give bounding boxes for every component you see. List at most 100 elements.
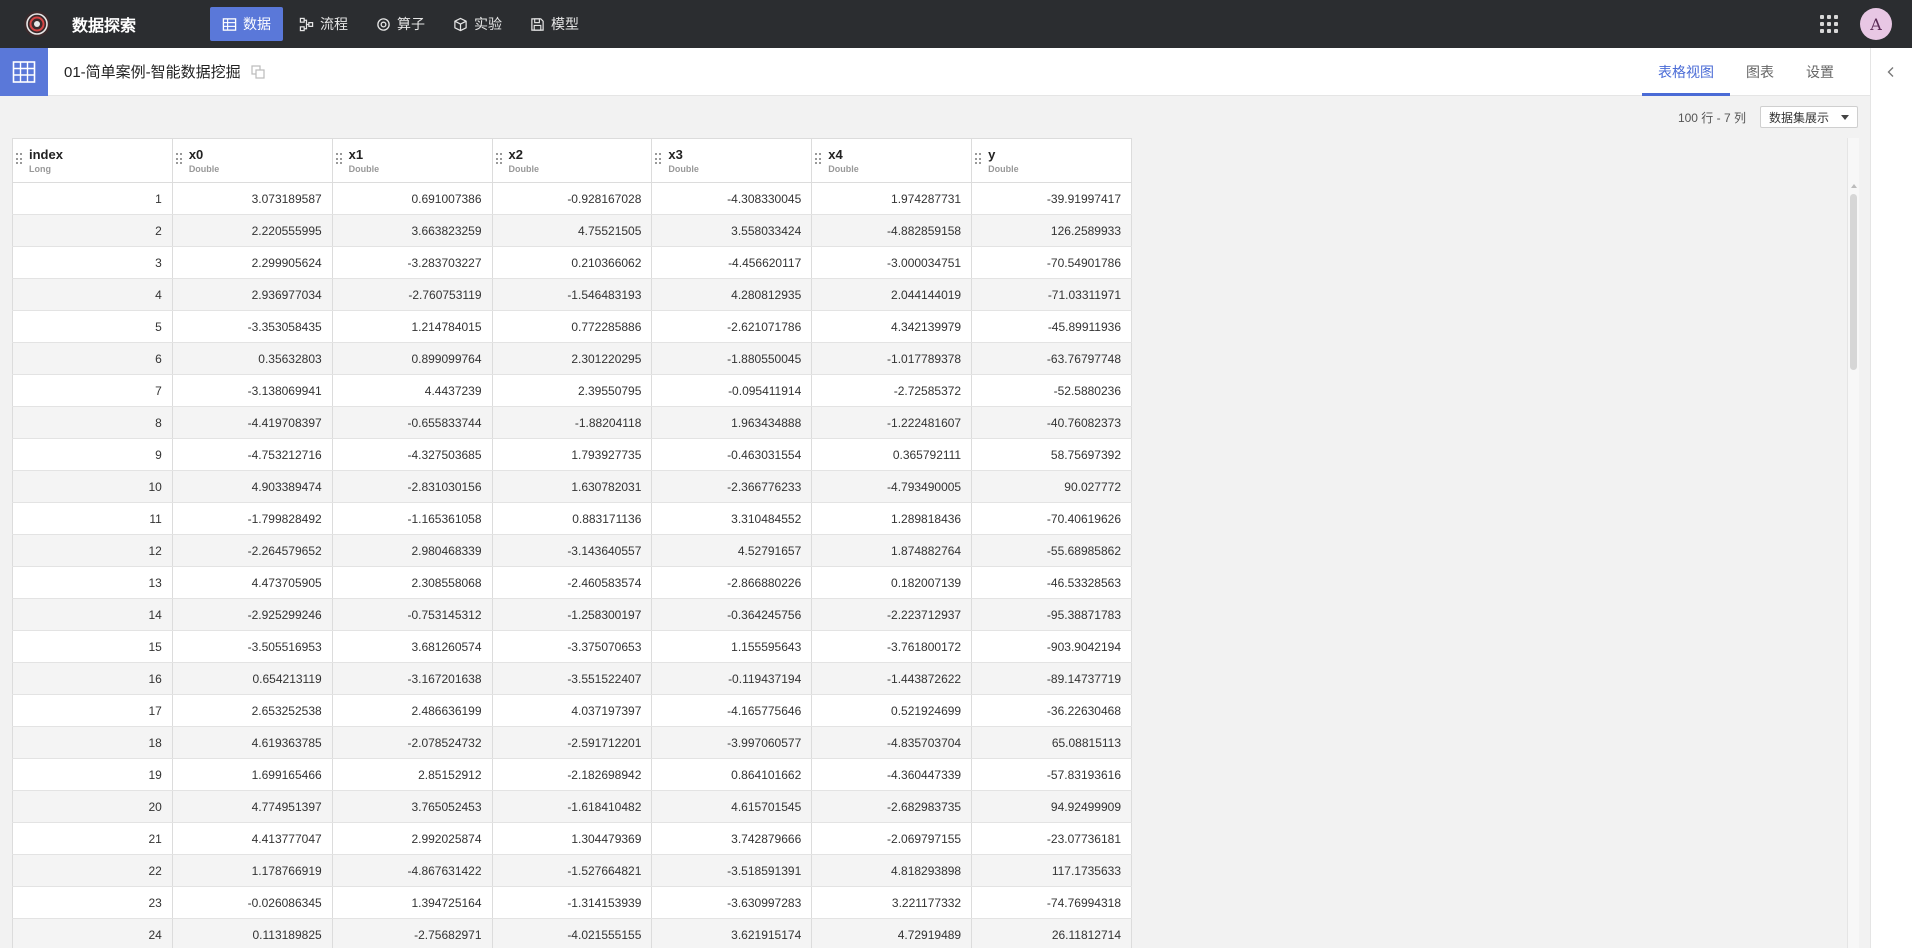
column-header-x2[interactable]: x2 Double bbox=[492, 138, 653, 183]
drag-handle-icon[interactable] bbox=[335, 153, 342, 165]
table-cell[interactable]: -1.618410482 bbox=[492, 790, 653, 823]
table-row[interactable]: 5 -3.353058435 1.214784015 0.772285886 -2.62… bbox=[12, 310, 1132, 343]
table-cell[interactable]: -2.831030156 bbox=[332, 470, 493, 503]
table-cell[interactable]: -1.88204118 bbox=[492, 406, 653, 439]
table-cell[interactable]: 12 bbox=[12, 534, 173, 567]
table-cell[interactable]: -57.83193616 bbox=[971, 758, 1132, 791]
table-cell[interactable]: -3.138069941 bbox=[172, 374, 333, 407]
table-row[interactable]: 10 4.903389474 -2.831030156 1.630782031 -2.3… bbox=[12, 470, 1132, 503]
table-cell[interactable]: 1.874882764 bbox=[811, 534, 973, 567]
table-cell[interactable]: -3.551522407 bbox=[492, 662, 653, 695]
scroll-up-arrow-icon[interactable] bbox=[1851, 184, 1857, 188]
table-cell[interactable]: -1.527664821 bbox=[492, 854, 653, 887]
table-row[interactable]: 13 4.473705905 2.308558068 -2.460583574 -2.8… bbox=[12, 566, 1132, 599]
table-cell[interactable]: 9 bbox=[12, 438, 173, 471]
table-cell[interactable]: 0.899099764 bbox=[332, 342, 493, 375]
table-cell[interactable]: 94.92499909 bbox=[971, 790, 1132, 823]
table-cell[interactable]: 1.304479369 bbox=[492, 822, 653, 855]
table-cell[interactable]: -1.880550045 bbox=[651, 342, 813, 375]
table-cell[interactable]: -2.72585372 bbox=[811, 374, 973, 407]
column-header-x0[interactable]: x0 Double bbox=[172, 138, 333, 183]
table-cell[interactable]: 90.027772 bbox=[971, 470, 1132, 503]
nav-data[interactable]: 数据 bbox=[210, 7, 283, 41]
nav-model[interactable]: 模型 bbox=[518, 7, 591, 41]
table-row[interactable]: 14 -2.925299246 -0.753145312 -1.258300197 -0… bbox=[12, 598, 1132, 631]
display-mode-select[interactable]: 数据集展示 bbox=[1759, 106, 1858, 128]
table-cell[interactable]: -3.283703227 bbox=[332, 246, 493, 279]
app-logo[interactable] bbox=[22, 9, 52, 39]
table-cell[interactable]: 4 bbox=[12, 278, 173, 311]
drag-handle-icon[interactable] bbox=[975, 153, 982, 165]
table-cell[interactable]: -70.40619626 bbox=[971, 502, 1132, 535]
table-cell[interactable]: -2.366776233 bbox=[651, 470, 813, 503]
table-cell[interactable]: 0.864101662 bbox=[651, 758, 813, 791]
table-cell[interactable]: 117.1735633 bbox=[971, 854, 1132, 887]
table-cell[interactable]: 0.772285886 bbox=[492, 310, 653, 343]
drag-handle-icon[interactable] bbox=[655, 153, 662, 165]
table-cell[interactable]: -2.925299246 bbox=[172, 598, 333, 631]
table-row[interactable]: 21 4.413777047 2.992025874 1.304479369 3.742… bbox=[12, 822, 1132, 855]
table-cell[interactable]: 6 bbox=[12, 342, 173, 375]
table-cell[interactable]: 2.220555995 bbox=[172, 214, 333, 247]
nav-experiment[interactable]: 实验 bbox=[441, 7, 514, 41]
table-cell[interactable]: -2.460583574 bbox=[492, 566, 653, 599]
table-cell[interactable]: 3.621915174 bbox=[651, 918, 813, 948]
table-cell[interactable]: 4.52791657 bbox=[651, 534, 813, 567]
table-cell[interactable]: 16 bbox=[12, 662, 173, 695]
table-cell[interactable]: 126.2589933 bbox=[971, 214, 1132, 247]
table-cell[interactable]: 4.72919489 bbox=[811, 918, 973, 948]
table-cell[interactable]: 19 bbox=[12, 758, 173, 791]
table-cell[interactable]: 21 bbox=[12, 822, 173, 855]
table-row[interactable]: 7 -3.138069941 4.4437239 2.39550795 -0.09541… bbox=[12, 374, 1132, 407]
table-cell[interactable]: 3.073189587 bbox=[172, 182, 333, 215]
table-cell[interactable]: -2.078524732 bbox=[332, 726, 493, 759]
table-cell[interactable]: 2.85152912 bbox=[332, 758, 493, 791]
table-row[interactable]: 9 -4.753212716 -4.327503685 1.793927735 -0.4… bbox=[12, 438, 1132, 471]
table-cell[interactable]: 0.654213119 bbox=[172, 662, 333, 695]
table-cell[interactable]: -2.069797155 bbox=[811, 822, 973, 855]
table-cell[interactable]: -3.518591391 bbox=[651, 854, 813, 887]
table-row[interactable]: 8 -4.419708397 -0.655833744 -1.88204118 1.96… bbox=[12, 406, 1132, 439]
table-cell[interactable]: -3.761800172 bbox=[811, 630, 973, 663]
table-cell[interactable]: 4.75521505 bbox=[492, 214, 653, 247]
table-cell[interactable]: 0.182007139 bbox=[811, 566, 973, 599]
table-cell[interactable]: 5 bbox=[12, 310, 173, 343]
table-cell[interactable]: 13 bbox=[12, 566, 173, 599]
table-row[interactable]: 18 4.619363785 -2.078524732 -2.591712201 -3.… bbox=[12, 726, 1132, 759]
table-cell[interactable]: 3 bbox=[12, 246, 173, 279]
table-cell[interactable]: 0.691007386 bbox=[332, 182, 493, 215]
column-header-y[interactable]: y Double bbox=[971, 138, 1132, 183]
table-cell[interactable]: 24 bbox=[12, 918, 173, 948]
table-cell[interactable]: -0.119437194 bbox=[651, 662, 813, 695]
table-cell[interactable]: 1.178766919 bbox=[172, 854, 333, 887]
table-cell[interactable]: -2.682983735 bbox=[811, 790, 973, 823]
table-cell[interactable]: 0.210366062 bbox=[492, 246, 653, 279]
table-cell[interactable]: 26.11812714 bbox=[971, 918, 1132, 948]
table-cell[interactable]: 4.615701545 bbox=[651, 790, 813, 823]
table-cell[interactable]: -2.264579652 bbox=[172, 534, 333, 567]
table-row[interactable]: 22 1.178766919 -4.867631422 -1.527664821 -3.… bbox=[12, 854, 1132, 887]
table-cell[interactable]: -0.026086345 bbox=[172, 886, 333, 919]
table-cell[interactable]: -74.76994318 bbox=[971, 886, 1132, 919]
table-row[interactable]: 4 2.936977034 -2.760753119 -1.546483193 4.28… bbox=[12, 278, 1132, 311]
table-cell[interactable]: 14 bbox=[12, 598, 173, 631]
table-cell[interactable]: -903.9042194 bbox=[971, 630, 1132, 663]
table-cell[interactable]: -4.835703704 bbox=[811, 726, 973, 759]
table-cell[interactable]: 15 bbox=[12, 630, 173, 663]
table-cell[interactable]: 17 bbox=[12, 694, 173, 727]
table-cell[interactable]: -40.76082373 bbox=[971, 406, 1132, 439]
table-cell[interactable]: -1.222481607 bbox=[811, 406, 973, 439]
table-cell[interactable]: 20 bbox=[12, 790, 173, 823]
table-cell[interactable]: -4.456620117 bbox=[651, 246, 813, 279]
table-cell[interactable]: 1.974287731 bbox=[811, 182, 973, 215]
table-cell[interactable]: -4.753212716 bbox=[172, 438, 333, 471]
table-row[interactable]: 19 1.699165466 2.85152912 -2.182698942 0.864… bbox=[12, 758, 1132, 791]
table-row[interactable]: 6 0.35632803 0.899099764 2.301220295 -1.8805… bbox=[12, 342, 1132, 375]
table-cell[interactable]: 2.39550795 bbox=[492, 374, 653, 407]
table-cell[interactable]: -0.655833744 bbox=[332, 406, 493, 439]
table-cell[interactable]: -2.760753119 bbox=[332, 278, 493, 311]
table-cell[interactable]: -4.867631422 bbox=[332, 854, 493, 887]
table-cell[interactable]: -2.621071786 bbox=[651, 310, 813, 343]
table-cell[interactable]: 0.521924699 bbox=[811, 694, 973, 727]
table-cell[interactable]: 65.08815113 bbox=[971, 726, 1132, 759]
